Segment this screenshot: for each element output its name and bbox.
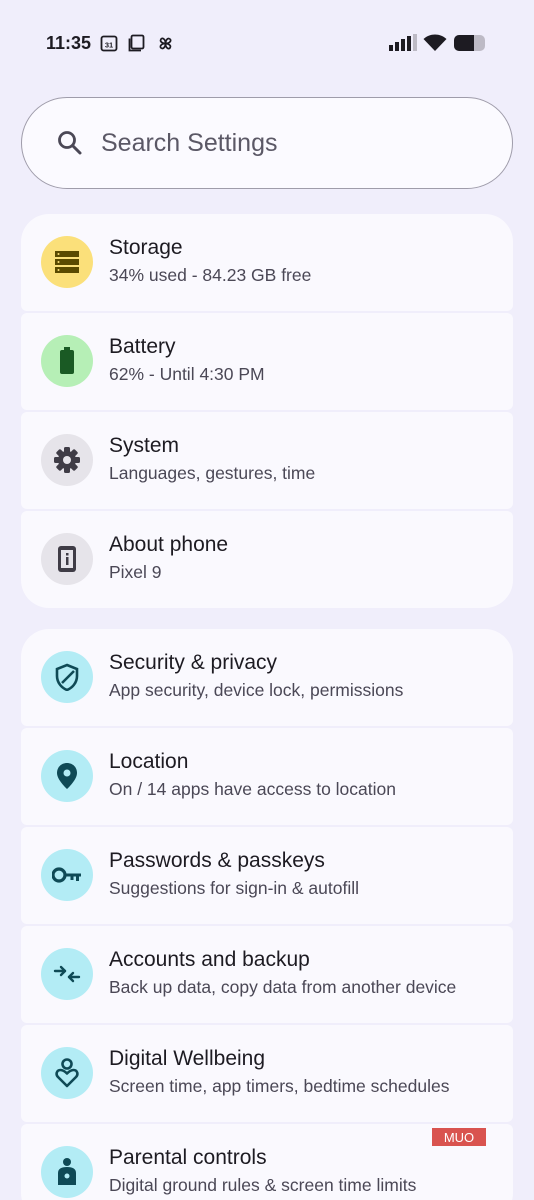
item-title: Digital Wellbeing xyxy=(109,1047,266,1070)
item-title: Accounts and backup xyxy=(109,948,310,971)
settings-item-system[interactable]: System Languages, gestures, time xyxy=(21,412,513,509)
shield-icon xyxy=(41,651,93,703)
settings-item-about-phone[interactable]: About phone Pixel 9 xyxy=(21,511,513,608)
item-subtitle: Back up data, copy data from another dev… xyxy=(109,977,457,997)
wellbeing-heart-icon xyxy=(41,1047,93,1099)
calendar-icon: 31 xyxy=(100,35,118,52)
item-title: Passwords & passkeys xyxy=(109,849,325,872)
item-title: Battery xyxy=(109,335,176,358)
search-icon xyxy=(58,131,82,155)
item-title: System xyxy=(109,434,180,457)
item-subtitle: App security, device lock, permissions xyxy=(109,680,404,700)
item-subtitle: Suggestions for sign-in & autofill xyxy=(109,878,359,898)
battery-icon xyxy=(41,335,93,387)
gear-icon xyxy=(41,434,93,486)
item-subtitle: Digital ground rules & screen time limit… xyxy=(109,1175,417,1195)
location-pin-icon xyxy=(41,750,93,802)
parental-icon xyxy=(41,1146,93,1198)
storage-icon xyxy=(41,236,93,288)
settings-item-battery[interactable]: Battery 62% - Until 4:30 PM xyxy=(21,313,513,410)
item-subtitle: Screen time, app timers, bedtime schedul… xyxy=(109,1076,450,1096)
item-title: Location xyxy=(109,750,189,773)
item-subtitle: On / 14 apps have access to location xyxy=(109,779,396,799)
settings-item-storage[interactable]: Storage 34% used - 84.23 GB free xyxy=(21,214,513,311)
pinwheel-icon xyxy=(159,37,172,50)
status-bar: 11:35 31 xyxy=(0,0,534,88)
item-subtitle: 62% - Until 4:30 PM xyxy=(109,364,265,384)
calendar-day: 31 xyxy=(105,41,113,50)
settings-group-device: Storage 34% used - 84.23 GB free Battery… xyxy=(21,214,513,608)
settings-item-location[interactable]: Location On / 14 apps have access to loc… xyxy=(21,728,513,825)
muo-watermark-logo: MUO xyxy=(432,1128,486,1146)
item-title: About phone xyxy=(109,533,229,556)
search-bar[interactable]: Search Settings xyxy=(21,97,513,189)
settings-group-security: Security & privacy App security, device … xyxy=(21,629,513,1200)
settings-item-passwords-passkeys[interactable]: Passwords & passkeys Suggestions for sig… xyxy=(21,827,513,924)
watermark-text: MUO xyxy=(444,1130,474,1145)
screenshot-icon xyxy=(128,34,145,52)
item-subtitle: 34% used - 84.23 GB free xyxy=(109,265,312,285)
wifi-icon xyxy=(423,34,447,51)
battery-status-icon xyxy=(454,35,485,51)
settings-item-accounts-backup[interactable]: Accounts and backup Back up data, copy d… xyxy=(21,926,513,1023)
status-time: 11:35 xyxy=(46,33,92,53)
settings-item-digital-wellbeing[interactable]: Digital Wellbeing Screen time, app timer… xyxy=(21,1025,513,1122)
key-icon xyxy=(41,849,93,901)
item-subtitle: Pixel 9 xyxy=(109,562,162,582)
item-title: Parental controls xyxy=(109,1146,267,1169)
settings-item-security-privacy[interactable]: Security & privacy App security, device … xyxy=(21,629,513,726)
signal-icon xyxy=(389,34,417,51)
item-title: Security & privacy xyxy=(109,651,278,674)
sync-arrows-icon xyxy=(41,948,93,1000)
phone-info-icon xyxy=(41,533,93,585)
item-title: Storage xyxy=(109,236,183,259)
search-placeholder: Search Settings xyxy=(101,128,278,157)
item-subtitle: Languages, gestures, time xyxy=(109,463,316,483)
